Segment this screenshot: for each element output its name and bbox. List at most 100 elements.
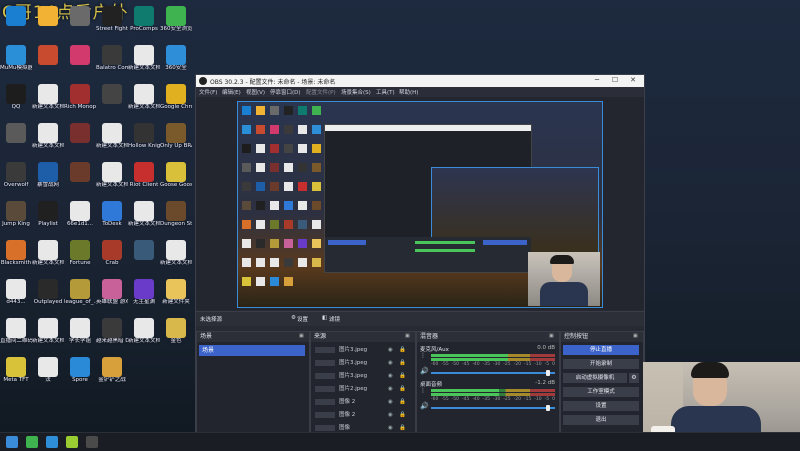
- lock-icon[interactable]: 🔒: [399, 371, 406, 381]
- source-list-item[interactable]: 图片3.jpeg ◉ 🔒: [313, 371, 408, 381]
- desktop-icon[interactable]: 66e1d1...: [64, 201, 96, 228]
- desktop-icon[interactable]: Rich Monopoly: [64, 84, 96, 111]
- desktop-icon[interactable]: Crab: [96, 240, 128, 267]
- menu-edit[interactable]: 编辑(E): [222, 88, 241, 96]
- desktop-icon[interactable]: Playlist: [32, 201, 64, 228]
- desktop-icon[interactable]: Fortune: [64, 240, 96, 267]
- menu-profile[interactable]: 配置文件(P): [306, 88, 336, 96]
- desktop-icon[interactable]: [32, 45, 64, 65]
- scene-list-item[interactable]: 场景: [199, 345, 305, 356]
- lock-icon[interactable]: 🔒: [399, 384, 406, 394]
- desktop-icon[interactable]: Balatro Company: [96, 45, 128, 72]
- desktop-icon[interactable]: Dungeon Stalkers: [160, 201, 192, 228]
- desktop-icon[interactable]: Google Chrome: [160, 84, 192, 111]
- close-icon[interactable]: ✕: [628, 76, 638, 84]
- source-list-item[interactable]: 图片3.jpeg ◉ 🔒: [313, 345, 408, 355]
- desktop-icon[interactable]: [96, 84, 128, 104]
- desktop-icon[interactable]: 暴雪战网: [32, 162, 64, 189]
- desktop-icon[interactable]: 新建文本文档: [128, 201, 160, 228]
- windows-start-icon[interactable]: [6, 436, 18, 448]
- volume-slider-knob[interactable]: [546, 370, 551, 376]
- obs-window[interactable]: OBS 30.2.3 - 配置文件: 未命名 - 场景: 未命名 ─ ☐ ✕ 文…: [195, 74, 645, 434]
- desktop-icon[interactable]: Spore: [64, 357, 96, 384]
- volume-slider-knob[interactable]: [546, 405, 551, 411]
- desktop-icon[interactable]: 金色: [160, 318, 192, 345]
- minimize-icon[interactable]: ─: [592, 76, 602, 84]
- desktop-icon[interactable]: [32, 6, 64, 26]
- desktop-icon[interactable]: Goose Goose Duck: [160, 162, 192, 189]
- desktop-icon[interactable]: 新建文本文档: [32, 84, 64, 111]
- desktop-icon[interactable]: ToDesk: [96, 201, 128, 228]
- dock-close-icon[interactable]: ▣: [633, 333, 641, 340]
- eye-icon[interactable]: ◉: [388, 345, 393, 355]
- source-filters-button[interactable]: 滤镜: [329, 315, 340, 323]
- desktop-icon[interactable]: 新建文件夹: [160, 279, 192, 306]
- desktop-icon[interactable]: 直播间二维码: [0, 318, 32, 345]
- start-virtual-camera-button[interactable]: 启动虚拟摄像机: [563, 373, 627, 383]
- app-icon-3[interactable]: [66, 436, 78, 448]
- desktop-icon[interactable]: 学长学姐: [64, 318, 96, 345]
- more-options-icon[interactable]: ⋮: [420, 352, 426, 359]
- desktop-icon[interactable]: 越来越黑暗 Dark an...: [96, 318, 128, 345]
- menu-view[interactable]: 视图(V): [246, 88, 265, 96]
- desktop-icon[interactable]: [0, 6, 32, 26]
- menu-scene-collection[interactable]: 场景集合(S): [341, 88, 371, 96]
- desktop-icon[interactable]: Meta TFT: [0, 357, 32, 384]
- desktop-icon[interactable]: QQ: [0, 84, 32, 111]
- desktop-icon[interactable]: 新建文本文档: [160, 240, 192, 267]
- menu-tools[interactable]: 工具(T): [376, 88, 395, 96]
- desktop-icon[interactable]: Street Fighter 6: [96, 6, 128, 33]
- app-icon-4[interactable]: [86, 436, 98, 448]
- virtual-camera-gear-icon[interactable]: ⚙: [629, 373, 639, 383]
- desktop-icon[interactable]: d443...: [0, 279, 32, 306]
- eye-icon[interactable]: ◉: [388, 384, 393, 394]
- eye-icon[interactable]: ◉: [388, 397, 393, 407]
- source-list-item[interactable]: 图像 2 ◉ 🔒: [313, 397, 408, 407]
- volume-slider[interactable]: [431, 370, 555, 376]
- desktop-icon[interactable]: 新建文本文档: [128, 84, 160, 111]
- obs-titlebar[interactable]: OBS 30.2.3 - 配置文件: 未命名 - 场景: 未命名 ─ ☐ ✕: [196, 75, 644, 87]
- maximize-icon[interactable]: ☐: [610, 76, 620, 84]
- desktop-icon[interactable]: 新建文本文档 (11): [128, 318, 160, 345]
- desktop-icon[interactable]: 新建文本文档: [96, 123, 128, 150]
- desktop-icon[interactable]: [64, 123, 96, 143]
- lock-icon[interactable]: 🔒: [399, 345, 406, 355]
- desktop-icon[interactable]: 新建文本文档: [128, 45, 160, 72]
- desktop-icon[interactable]: ProComps: [128, 6, 160, 33]
- settings-button[interactable]: 设置: [563, 401, 639, 411]
- desktop-icon[interactable]: Outplayed: [32, 279, 64, 306]
- desktop-icon[interactable]: [64, 162, 96, 182]
- desktop-icon[interactable]: Only Up BRAINR...: [160, 123, 192, 150]
- volume-slider[interactable]: [431, 405, 555, 411]
- desktop-icon[interactable]: 新建文本文档: [32, 240, 64, 267]
- desktop-icon[interactable]: league_of_... 快捷方式: [64, 279, 96, 306]
- desktop-icon[interactable]: Hollow Knight: [128, 123, 160, 150]
- eye-icon[interactable]: ◉: [388, 358, 393, 368]
- lock-icon[interactable]: 🔒: [399, 358, 406, 368]
- stop-streaming-button[interactable]: 停止直播: [563, 345, 639, 355]
- desktop-icon[interactable]: 英雄联盟 游戏测试: [96, 279, 128, 306]
- eye-icon[interactable]: ◉: [388, 371, 393, 381]
- desktop-icon[interactable]: Riot Client: [128, 162, 160, 189]
- desktop-icon[interactable]: 金铲铲之战: [96, 357, 128, 384]
- exit-button[interactable]: 退出: [563, 415, 639, 425]
- desktop-icon[interactable]: 新建文本文档: [32, 318, 64, 345]
- eye-icon[interactable]: ◉: [388, 410, 393, 420]
- menu-file[interactable]: 文件(F): [199, 88, 217, 96]
- source-list-item[interactable]: 图片2.jpeg ◉ 🔒: [313, 384, 408, 394]
- dock-close-icon[interactable]: ▣: [299, 333, 307, 340]
- desktop-icon[interactable]: [128, 240, 160, 260]
- filter-icon[interactable]: ◧: [322, 315, 327, 321]
- menu-help[interactable]: 帮助(H): [399, 88, 418, 96]
- desktop-icon[interactable]: [0, 123, 32, 143]
- more-options-icon[interactable]: ⋮: [420, 387, 426, 394]
- desktop-icon[interactable]: 新建文本文档: [96, 162, 128, 189]
- desktop-icon[interactable]: 新建文本文档: [32, 123, 64, 150]
- studio-mode-button[interactable]: 工作室模式: [563, 387, 639, 397]
- desktop-icon[interactable]: MuMu模拟器: [0, 45, 32, 72]
- desktop-icon[interactable]: 360安全浏览器: [160, 6, 192, 33]
- speaker-icon[interactable]: 🔊: [420, 402, 429, 410]
- speaker-icon[interactable]: 🔊: [420, 367, 429, 375]
- source-list-item[interactable]: 图像 2 ◉ 🔒: [313, 410, 408, 420]
- desktop-icon[interactable]: 无主星渊: [128, 279, 160, 306]
